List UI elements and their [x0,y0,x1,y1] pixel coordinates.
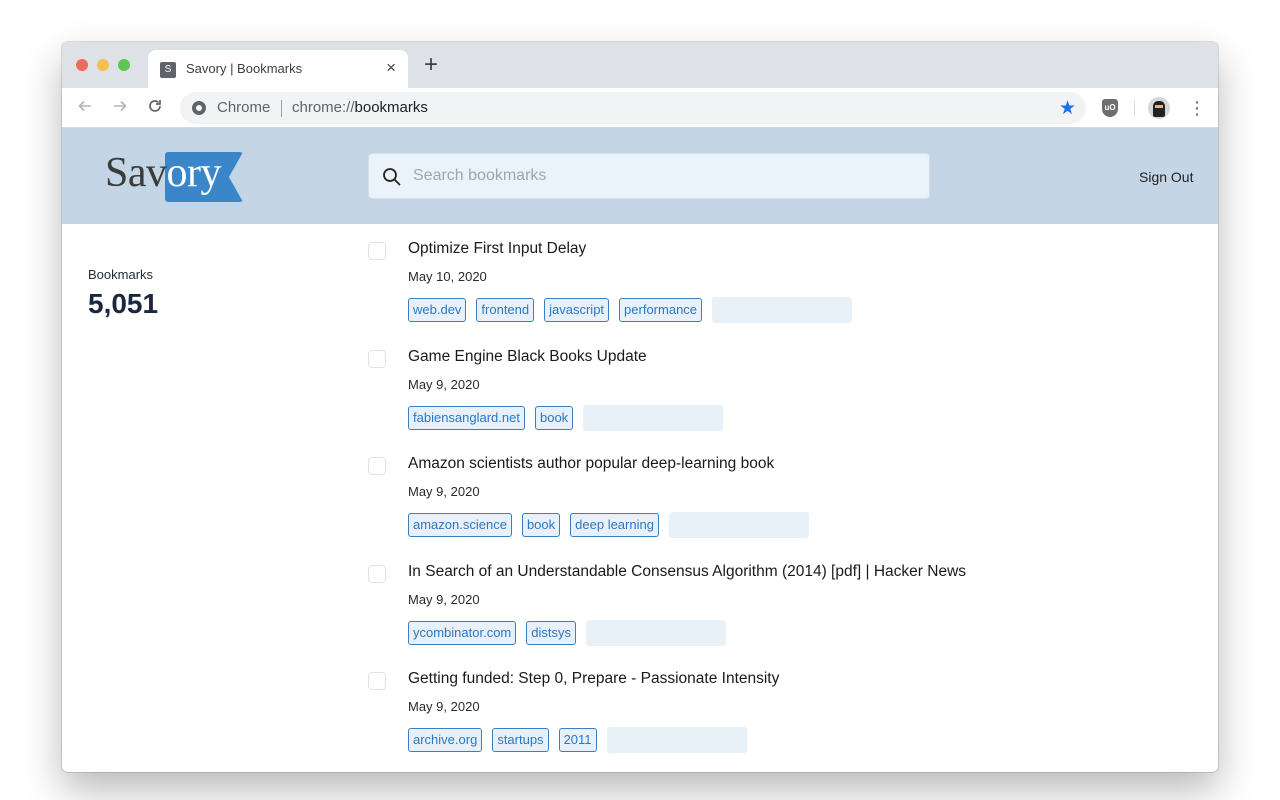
tag[interactable]: startups [492,728,549,752]
browser-toolbar: Chrome chrome://bookmarks ★ uO ⋮ [62,88,1218,128]
tag[interactable]: archive.org [408,728,483,752]
bookmark-list: Optimize First Input Delay May 10, 2020 … [368,238,1168,772]
bookmark-item: In Search of an Understandable Consensus… [368,561,1168,669]
tag[interactable]: web.dev [408,298,467,322]
tag[interactable]: ycombinator.com [408,620,517,645]
bookmark-title[interactable]: Optimize First Input Delay [408,240,586,258]
bookmark-title[interactable]: Amazon scientists author popular deep-le… [408,455,774,473]
reload-icon[interactable] [144,97,166,119]
search-box [368,153,930,199]
tag-list: fabiensanglard.net book [408,404,724,431]
bookmark-date: May 9, 2020 [408,591,480,607]
bookmark-item: Game Engine Black Books Update May 9, 20… [368,346,1168,454]
browser-window: S Savory | Bookmarks × + Chrome chrome:/… [62,42,1218,772]
add-tag-input[interactable] [586,619,726,646]
favicon-icon: S [160,62,176,78]
add-tag-input[interactable] [712,297,853,323]
chrome-logo-icon [192,101,206,115]
bookmark-checkbox[interactable] [368,672,386,690]
tag[interactable]: deep learning [570,513,659,537]
tag[interactable]: frontend [476,298,535,322]
tab-strip: S Savory | Bookmarks × + [62,42,1218,88]
bookmark-title[interactable]: Game Engine Black Books Update [408,348,647,366]
tab-title: Savory | Bookmarks [186,61,303,76]
bookmark-date: May 9, 2020 [408,699,480,714]
url-text[interactable]: chrome://bookmarks [292,99,428,116]
bookmarks-count-label: Bookmarks [88,267,154,282]
new-tab-button[interactable]: + [424,53,438,77]
search-icon [383,168,401,186]
forward-arrow-icon[interactable] [109,97,131,119]
bookmark-checkbox[interactable] [368,457,386,475]
search-input[interactable] [413,154,913,198]
add-tag-input[interactable] [668,512,809,538]
close-tab-icon[interactable]: × [386,58,396,78]
back-arrow-icon[interactable] [74,97,96,119]
tag-list: archive.org startups 2011 [408,727,747,753]
bookmarks-count-value: 5,051 [88,288,159,319]
minimize-window-button[interactable] [97,59,109,71]
tag[interactable]: book [534,405,574,430]
add-tag-input[interactable] [606,727,747,753]
bookmark-title[interactable]: Getting funded: Step 0, Prepare - Passio… [408,670,779,688]
bookmark-checkbox[interactable] [368,564,386,583]
address-bar[interactable]: Chrome chrome://bookmarks ★ [180,92,1086,124]
tag[interactable]: fabiensanglard.net [408,405,525,430]
sign-out-link[interactable]: Sign Out [1139,169,1193,185]
url-host: bookmarks [354,99,428,116]
bookmark-item: Getting funded: Step 0, Prepare - Passio… [368,668,1168,772]
add-tag-input[interactable] [583,404,724,431]
bookmark-item: Amazon scientists author popular deep-le… [368,453,1168,561]
bookmark-date: May 10, 2020 [408,269,487,284]
bookmark-title[interactable]: In Search of an Understandable Consensus… [408,563,966,581]
ublock-extension-icon[interactable]: uO [1102,99,1118,117]
tab-savory-bookmarks[interactable]: S Savory | Bookmarks × [148,50,408,88]
bookmark-date: May 9, 2020 [408,484,480,499]
bookmark-date: May 9, 2020 [408,376,480,392]
bookmark-star-icon[interactable]: ★ [1059,97,1076,120]
bookmark-item: Optimize First Input Delay May 10, 2020 … [368,238,1168,346]
tag[interactable]: book [521,513,561,537]
logo-text: Savory [105,149,221,197]
url-scheme: chrome:// [292,99,355,116]
toolbar-separator [1134,100,1135,117]
tag[interactable]: javascript [544,298,610,322]
tag-list: ycombinator.com distsys [408,619,726,646]
tag[interactable]: performance [619,298,703,322]
address-chip: Chrome [217,99,271,116]
profile-avatar[interactable] [1148,97,1170,119]
savory-logo[interactable]: Savory [105,149,245,203]
bookmark-checkbox[interactable] [368,242,386,260]
bookmark-checkbox[interactable] [368,349,386,368]
tag[interactable]: amazon.science [408,513,512,537]
tag[interactable]: distsys [526,620,576,645]
app-header: Savory Sign Out [62,128,1218,224]
tag[interactable]: 2011 [558,728,597,752]
maximize-window-button[interactable] [118,59,130,71]
logo-text-dark: Sav [105,150,167,196]
address-separator [281,100,282,117]
tag-list: web.dev frontend javascript performance [408,297,853,323]
close-window-button[interactable] [76,59,88,71]
menu-dots-icon[interactable]: ⋮ [1188,97,1206,119]
tag-list: amazon.science book deep learning [408,512,809,538]
logo-text-light: ory [166,150,222,196]
